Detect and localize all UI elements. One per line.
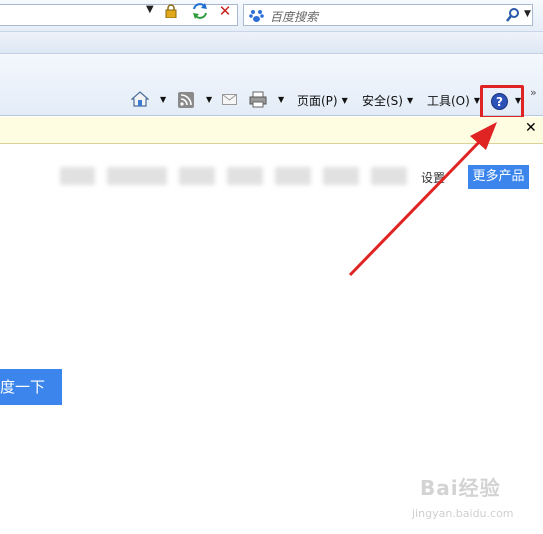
- nav-link-blurred[interactable]: [275, 167, 311, 185]
- help-icon: ?: [491, 93, 508, 110]
- safety-dropdown-icon: ▼: [406, 95, 414, 105]
- lock-icon[interactable]: [164, 4, 178, 18]
- page-menu[interactable]: 页面(P) ▼: [297, 90, 348, 110]
- search-placeholder: 百度搜索: [270, 10, 319, 24]
- nav-link-blurred[interactable]: [371, 167, 407, 185]
- mail-icon[interactable]: [222, 94, 237, 105]
- svg-text:?: ?: [496, 95, 503, 109]
- favorites-bar: [0, 32, 543, 54]
- refresh-icon[interactable]: [190, 2, 210, 20]
- nav-link-blurred[interactable]: [60, 167, 95, 185]
- search-field[interactable]: 百度搜索 ▼: [243, 4, 533, 26]
- nav-link-blurred[interactable]: [323, 167, 359, 185]
- more-commands-icon[interactable]: »: [530, 86, 537, 99]
- address-dropdown-icon[interactable]: ▼: [146, 4, 154, 15]
- tools-menu-label: 工具(O): [427, 93, 470, 108]
- watermark-url: jingyan.baidu.com: [412, 507, 514, 520]
- watermark-logo: Bai经验: [420, 476, 501, 500]
- close-icon[interactable]: ✕: [525, 120, 537, 136]
- home-icon[interactable]: [131, 90, 149, 108]
- search-dropdown-icon[interactable]: ▼: [524, 9, 531, 19]
- more-products-button[interactable]: 更多产品: [468, 165, 529, 189]
- tools-menu[interactable]: 工具(O) ▼: [427, 90, 480, 110]
- rss-icon[interactable]: [178, 92, 194, 108]
- address-bar-row: ▼ ✕ 百度搜索 ▼: [0, 0, 543, 32]
- page-dropdown-icon: ▼: [341, 95, 348, 105]
- search-submit-button[interactable]: 度一下: [0, 369, 62, 405]
- print-icon[interactable]: [249, 91, 267, 108]
- nav-link-blurred[interactable]: [227, 167, 263, 185]
- nav-link-blurred[interactable]: [179, 167, 215, 185]
- paw-icon: [249, 10, 264, 22]
- help-button[interactable]: ? ▼: [480, 85, 524, 119]
- information-bar: [0, 117, 543, 144]
- stop-icon[interactable]: ✕: [216, 2, 234, 20]
- home-dropdown-icon[interactable]: ▼: [160, 95, 166, 104]
- rss-dropdown-icon[interactable]: ▼: [206, 95, 212, 104]
- search-go-icon[interactable]: [506, 7, 520, 23]
- nav-link-blurred[interactable]: [107, 167, 167, 185]
- page-menu-label: 页面(P): [297, 93, 338, 108]
- settings-link[interactable]: 设置: [421, 169, 445, 186]
- print-dropdown-icon[interactable]: ▼: [278, 95, 284, 104]
- safety-menu[interactable]: 安全(S) ▼: [362, 90, 413, 110]
- safety-menu-label: 安全(S): [362, 93, 403, 108]
- help-dropdown-icon: ▼: [515, 96, 522, 105]
